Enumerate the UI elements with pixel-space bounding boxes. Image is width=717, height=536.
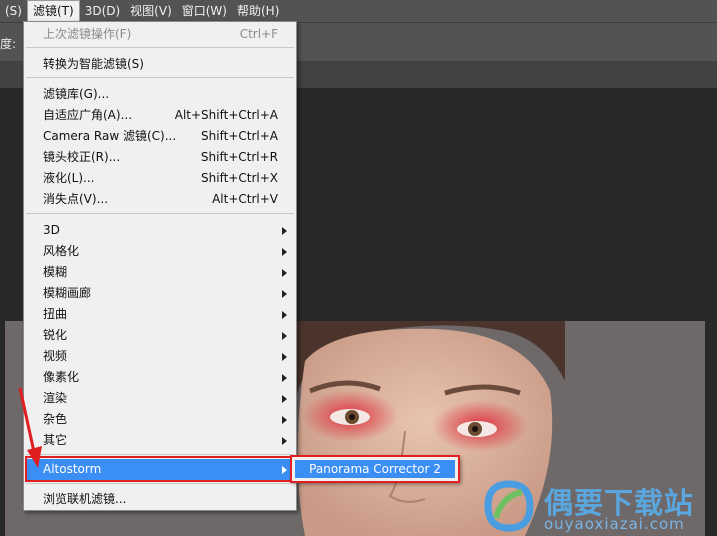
annotation-box [25, 456, 295, 482]
menu-separator [26, 213, 294, 214]
submenu-arrow-icon [282, 227, 287, 235]
submenu-arrow-icon [282, 311, 287, 319]
menu-separator [26, 483, 294, 484]
menu-filter[interactable]: 滤镜(T) [26, 0, 80, 22]
menu-separator [26, 47, 294, 48]
menu-item-filter-gallery[interactable]: 滤镜库(G)... [24, 84, 296, 105]
submenu-arrow-icon [282, 437, 287, 445]
menu-3d[interactable]: 3D(D) [80, 0, 125, 22]
submenu-item-blur[interactable]: 模糊 [24, 262, 296, 283]
submenu-arrow-icon [282, 395, 287, 403]
menu-item-lens-correction[interactable]: 镜头校正(R)... Shift+Ctrl+R [24, 147, 296, 168]
menu-item-adaptive-wide-angle[interactable]: 自适应广角(A)... Alt+Shift+Ctrl+A [24, 105, 296, 126]
menu-help[interactable]: 帮助(H) [232, 0, 284, 22]
submenu-item-video[interactable]: 视频 [24, 346, 296, 367]
submenu-item-distort[interactable]: 扭曲 [24, 304, 296, 325]
submenu-item-blur-gallery[interactable]: 模糊画廊 [24, 283, 296, 304]
watermark-url: ouyaoxiazai.com [544, 515, 685, 533]
watermark-logo-icon [484, 480, 534, 532]
submenu-arrow-icon [282, 290, 287, 298]
submenu-arrow-icon [282, 374, 287, 382]
submenu-item-render[interactable]: 渲染 [24, 388, 296, 409]
menu-view[interactable]: 视图(V) [125, 0, 177, 22]
submenu-item-stylize[interactable]: 风格化 [24, 241, 296, 262]
menu-item-camera-raw[interactable]: Camera Raw 滤镜(C)... Shift+Ctrl+A [24, 126, 296, 147]
submenu-arrow-icon [282, 269, 287, 277]
submenu-arrow-icon [282, 248, 287, 256]
submenu-item-3d[interactable]: 3D [24, 220, 296, 241]
menu-item-liquify[interactable]: 液化(L)... Shift+Ctrl+X [24, 168, 296, 189]
options-label: 度: [0, 37, 17, 51]
menu-window[interactable]: 窗口(W) [177, 0, 232, 22]
menu-item-vanishing-point[interactable]: 消失点(V)... Alt+Ctrl+V [24, 189, 296, 210]
app-menubar: (S) 滤镜(T) 3D(D) 视图(V) 窗口(W) 帮助(H) [0, 0, 717, 22]
annotation-box [290, 455, 460, 483]
submenu-item-noise[interactable]: 杂色 [24, 409, 296, 430]
submenu-arrow-icon [282, 416, 287, 424]
submenu-arrow-icon [282, 332, 287, 340]
menu-separator [26, 454, 294, 455]
menu-select[interactable]: (S) [0, 0, 27, 22]
menu-item-browse-online-filters[interactable]: 浏览联机滤镜... [24, 489, 296, 510]
menu-separator [26, 77, 294, 78]
filter-menu: 上次滤镜操作(F) Ctrl+F 转换为智能滤镜(S) 滤镜库(G)... 自适… [23, 21, 297, 511]
submenu-item-other[interactable]: 其它 [24, 430, 296, 451]
submenu-item-sharpen[interactable]: 锐化 [24, 325, 296, 346]
submenu-arrow-icon [282, 353, 287, 361]
menu-item-last-filter[interactable]: 上次滤镜操作(F) Ctrl+F [24, 24, 296, 45]
menu-item-convert-smart-filter[interactable]: 转换为智能滤镜(S) [24, 54, 296, 75]
submenu-item-pixelate[interactable]: 像素化 [24, 367, 296, 388]
watermark: 偶要下载站 ouyaoxiazai.com [478, 478, 714, 534]
annotation-arrow-icon [18, 387, 42, 468]
